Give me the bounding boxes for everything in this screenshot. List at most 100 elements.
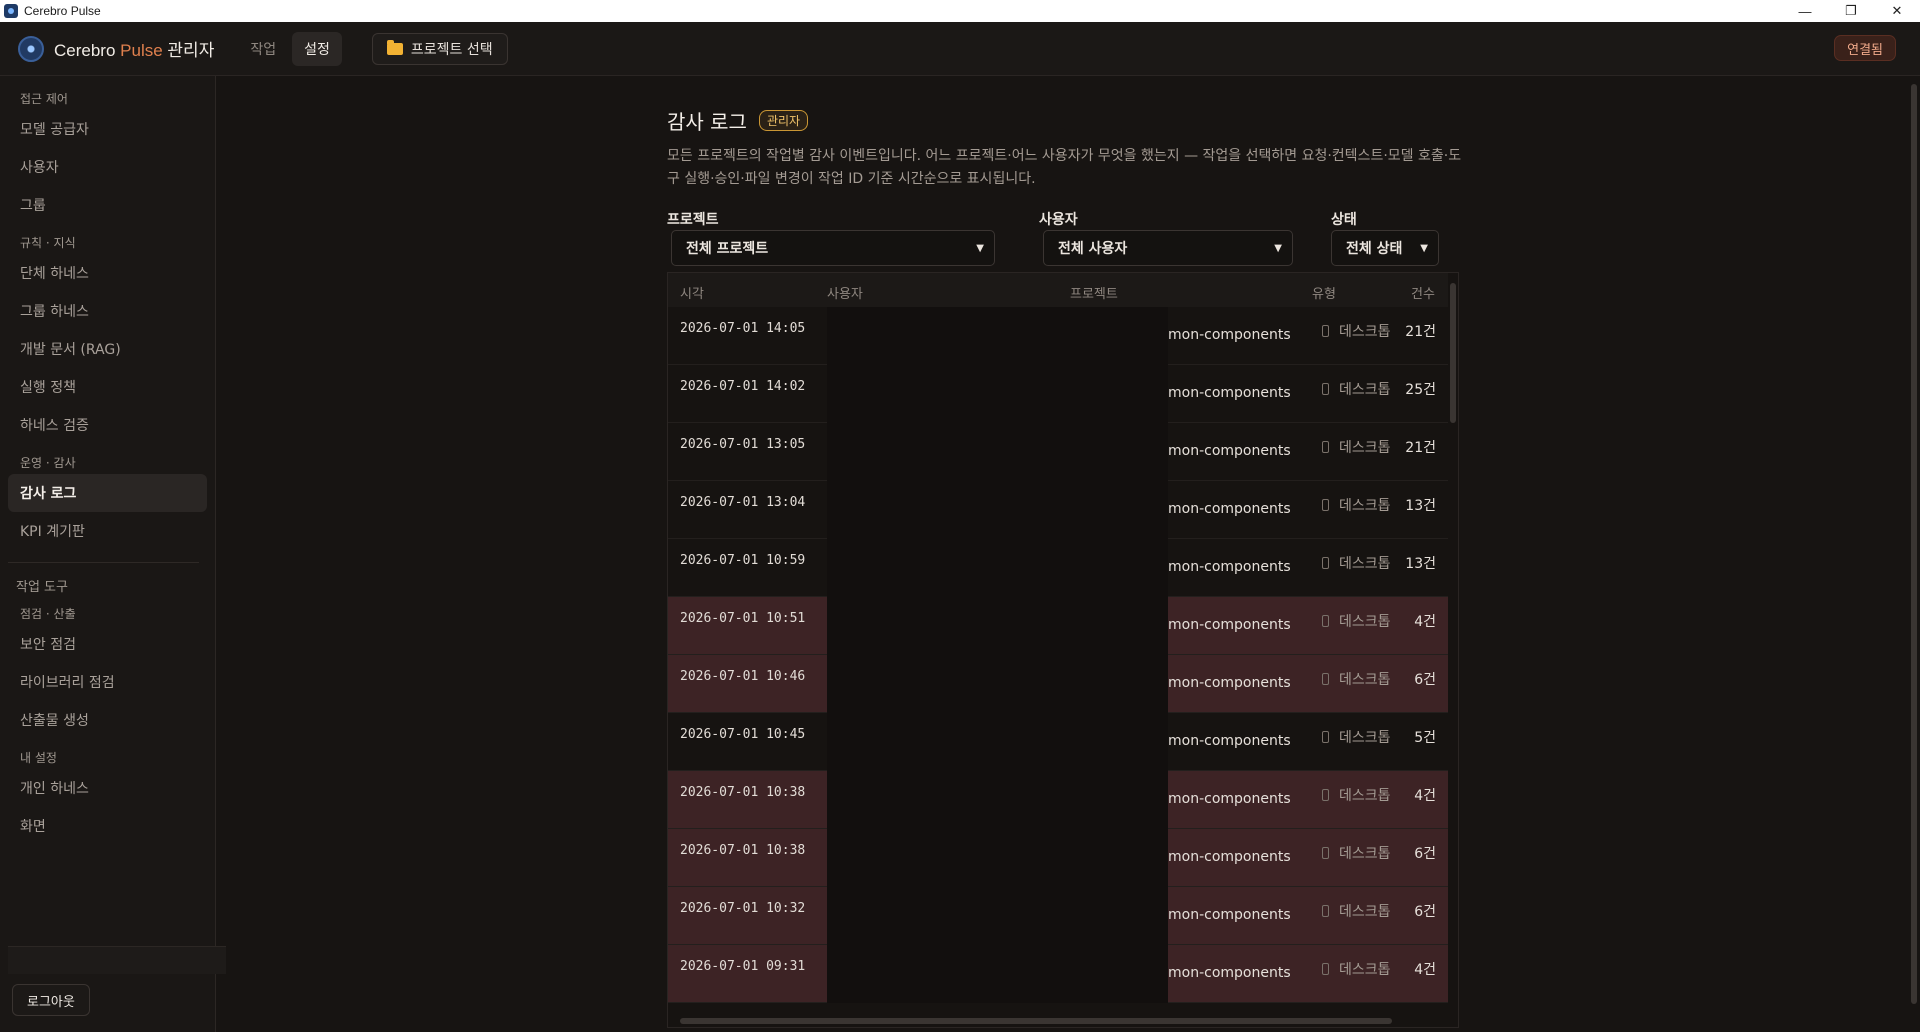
row-project: mon-components (1168, 733, 1291, 749)
row-time: 2026-07-01 10:32 (680, 901, 806, 916)
connection-status-badge: 연결됨 (1834, 35, 1896, 61)
table-vertical-scroll-thumb[interactable] (1450, 283, 1456, 423)
sidebar-section-label: 접근 제어 (20, 91, 68, 106)
row-type-label: 데스크톱 (1339, 672, 1391, 688)
sidebar-divider (8, 562, 199, 563)
sidebar-item[interactable]: 단체 하네스 (8, 254, 207, 292)
table-horizontal-scrollbar[interactable] (668, 1015, 1458, 1027)
user-filter-value: 전체 사용자 (1058, 241, 1128, 257)
brand-suffix: 관리자 (167, 41, 215, 60)
sidebar-item[interactable]: KPI 계기판 (8, 512, 207, 550)
row-count: 13건 (1405, 498, 1436, 514)
table-row[interactable]: 2026-07-01 10:38 mon-components 데스크톱 4건 (668, 771, 1448, 829)
user-filter-select[interactable]: 전체 사용자 ▼ (1043, 230, 1293, 266)
row-type: 데스크톱 (1322, 495, 1391, 515)
row-type-label: 데스크톱 (1339, 498, 1391, 514)
sidebar-item[interactable]: 그룹 (8, 186, 207, 224)
sidebar-item[interactable]: 모델 공급자 (8, 110, 207, 148)
column-header-count[interactable]: 건수 (1411, 283, 1435, 302)
column-header-type[interactable]: 유형 (1312, 283, 1336, 302)
close-icon[interactable]: ✕ (1874, 0, 1920, 22)
row-count: 25건 (1405, 382, 1436, 398)
table-row[interactable]: 2026-07-01 10:59 mon-components 데스크톱 13건 (668, 539, 1448, 597)
sidebar-section-label: 점검 · 산출 (20, 606, 76, 621)
table-header: 시각 사용자 프로젝트 유형 건수 (668, 273, 1448, 307)
table-row[interactable]: 2026-07-01 10:38 mon-components 데스크톱 6건 (668, 829, 1448, 887)
row-user-cell (827, 597, 1168, 655)
row-count: 4건 (1414, 614, 1436, 630)
row-count: 6건 (1414, 672, 1436, 688)
table-row[interactable]: 2026-07-01 13:05 mon-components 데스크톱 21건 (668, 423, 1448, 481)
column-header-project[interactable]: 프로젝트 (1070, 283, 1118, 302)
sidebar-item[interactable]: 산출물 생성 (8, 701, 207, 739)
page-vertical-scrollbar[interactable] (1908, 76, 1920, 1032)
device-icon (1322, 325, 1329, 337)
device-icon (1322, 499, 1329, 511)
maximize-icon[interactable]: ❐ (1828, 0, 1874, 22)
table-row[interactable]: 2026-07-01 10:32 mon-components 데스크톱 6건 (668, 887, 1448, 945)
sidebar-item[interactable]: 감사 로그 (8, 474, 207, 512)
table-row[interactable]: 2026-07-01 13:04 mon-components 데스크톱 13건 (668, 481, 1448, 539)
table-row[interactable]: 2026-07-01 10:46 mon-components 데스크톱 6건 (668, 655, 1448, 713)
project-select-button[interactable]: 프로젝트 선택 (371, 32, 508, 65)
row-type: 데스크톱 (1322, 321, 1391, 341)
chevron-down-icon: ▼ (1274, 242, 1282, 254)
row-user-cell (827, 365, 1168, 423)
device-icon (1322, 383, 1329, 395)
page-description: 모든 프로젝트의 작업별 감사 이벤트입니다. 어느 프로젝트·어느 사용자가 … (667, 148, 1462, 187)
sidebar-item[interactable]: 화면 (8, 807, 207, 845)
audit-log-panel: 감사 로그 관리자 모든 프로젝트의 작업별 감사 이벤트입니다. 어느 프로젝… (667, 76, 1467, 269)
status-filter-select[interactable]: 전체 상태 ▼ (1331, 230, 1439, 266)
tab-work[interactable]: 작업 (238, 32, 288, 66)
row-type-label: 데스크톱 (1339, 788, 1391, 804)
page-vertical-scroll-thumb[interactable] (1911, 84, 1917, 1004)
sidebar-section-label: 운영 · 감사 (20, 455, 76, 470)
row-user-cell (827, 829, 1168, 887)
row-project: mon-components (1168, 385, 1291, 401)
sidebar-item[interactable]: 라이브러리 점검 (8, 663, 207, 701)
row-type: 데스크톱 (1322, 611, 1391, 631)
sidebar-item[interactable]: 실행 정책 (8, 368, 207, 406)
minimize-icon[interactable]: — (1782, 0, 1828, 22)
sidebar-bottom-bar (8, 946, 226, 974)
os-titlebar: Cerebro Pulse — ❐ ✕ (0, 0, 1920, 22)
status-filter-value: 전체 상태 (1346, 241, 1403, 257)
brand: Cerebro Pulse 관리자 (18, 35, 215, 62)
chevron-down-icon: ▼ (976, 242, 984, 254)
device-icon (1322, 963, 1329, 975)
table-row[interactable]: 2026-07-01 14:05 mon-components 데스크톱 21건 (668, 307, 1448, 365)
project-filter-select[interactable]: 전체 프로젝트 ▼ (671, 230, 995, 266)
table-row[interactable]: 2026-07-01 10:51 mon-components 데스크톱 4건 (668, 597, 1448, 655)
row-type: 데스크톱 (1322, 901, 1391, 921)
row-user-cell (827, 423, 1168, 481)
row-count: 21건 (1405, 440, 1436, 456)
sidebar-section-label: 내 설정 (20, 750, 57, 765)
row-type: 데스크톱 (1322, 379, 1391, 399)
row-time: 2026-07-01 10:46 (680, 669, 806, 684)
table-row[interactable]: 2026-07-01 09:31 mon-components 데스크톱 4건 (668, 945, 1448, 1003)
user-filter: 사용자 전체 사용자 ▼ (1039, 209, 1293, 266)
row-type: 데스크톱 (1322, 553, 1391, 573)
column-header-time[interactable]: 시각 (680, 283, 704, 302)
row-type: 데스크톱 (1322, 959, 1391, 979)
sidebar-item[interactable]: 그룹 하네스 (8, 292, 207, 330)
row-time: 2026-07-01 10:45 (680, 727, 806, 742)
sidebar-item[interactable]: 개인 하네스 (8, 769, 207, 807)
table-row[interactable]: 2026-07-01 10:45 mon-components 데스크톱 5건 (668, 713, 1448, 771)
sidebar-item[interactable]: 개발 문서 (RAG) (8, 330, 207, 368)
row-type-label: 데스크톱 (1339, 324, 1391, 340)
tab-settings[interactable]: 설정 (292, 31, 342, 66)
table-horizontal-scroll-thumb[interactable] (680, 1018, 1392, 1024)
table-row[interactable]: 2026-07-01 14:02 mon-components 데스크톱 25건 (668, 365, 1448, 423)
row-time: 2026-07-01 13:04 (680, 495, 806, 510)
column-header-user[interactable]: 사용자 (827, 283, 863, 302)
table-vertical-scrollbar[interactable] (1448, 273, 1458, 1027)
project-select-label: 프로젝트 선택 (410, 41, 493, 58)
sidebar-item[interactable]: 하네스 검증 (8, 406, 207, 444)
sidebar-item[interactable]: 사용자 (8, 148, 207, 186)
sidebar-item[interactable]: 보안 점검 (8, 625, 207, 663)
row-type-label: 데스크톱 (1339, 556, 1391, 572)
sidebar: 접근 제어 모델 공급자 사용자 그룹 규칙 · 지식 단체 하네스 그룹 하네스 개발 문서… (0, 76, 226, 1032)
logout-button[interactable]: 로그아웃 (12, 984, 90, 1016)
row-count: 13건 (1405, 556, 1436, 572)
